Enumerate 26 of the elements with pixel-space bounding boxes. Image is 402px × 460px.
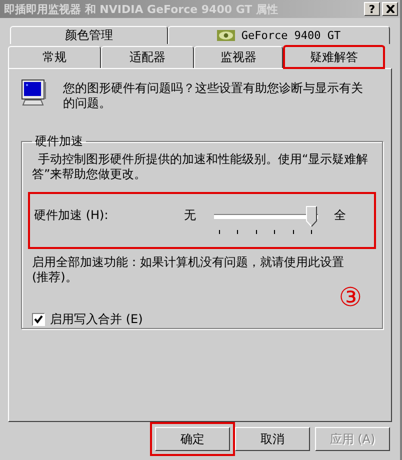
dialog-button[interactable]: 确定 (155, 427, 230, 451)
intro-text: 您的图形硬件有问题吗？这些设置有助您诊断与显示有关的问题。 (63, 81, 363, 111)
tab[interactable]: 颜色管理 (10, 26, 168, 44)
slider-min-label: 无 (184, 207, 197, 224)
tab[interactable]: 监视器 (194, 46, 283, 68)
checkbox[interactable]: 启用写入合并 (E) (32, 311, 374, 328)
checkbox-label: 启用写入合并 (E) (50, 311, 143, 328)
close-icon (386, 5, 394, 13)
tab[interactable]: 疑难解答 (283, 45, 385, 69)
note-text: 启用全部加速功能：如果计算机没有问题，就请使用此设置(推荐)。 (32, 255, 345, 285)
checkbox-box[interactable] (32, 313, 45, 326)
tab[interactable]: GeForce 9400 GT (168, 26, 390, 44)
slider-max-label: 全 (334, 207, 346, 224)
close-button[interactable] (382, 2, 398, 16)
dialog-button[interactable]: 取消 (235, 427, 310, 451)
slider-thumb[interactable] (306, 206, 317, 226)
tab[interactable]: 常规 (8, 46, 101, 68)
slider-label: 硬件加速 (H): (34, 207, 110, 224)
monitor-icon (21, 79, 47, 107)
help-button[interactable]: ? (364, 2, 380, 16)
tab[interactable]: 适配器 (101, 46, 194, 68)
group-legend: 硬件加速 (32, 133, 86, 150)
eye-logo-icon (217, 30, 236, 41)
check-icon (34, 315, 43, 324)
description-text: 手动控制图形硬件所提供的加速和性能级别。使用“显示疑难解答”来帮助您做更改。 (32, 152, 370, 182)
step-marker: ③ (338, 285, 362, 311)
